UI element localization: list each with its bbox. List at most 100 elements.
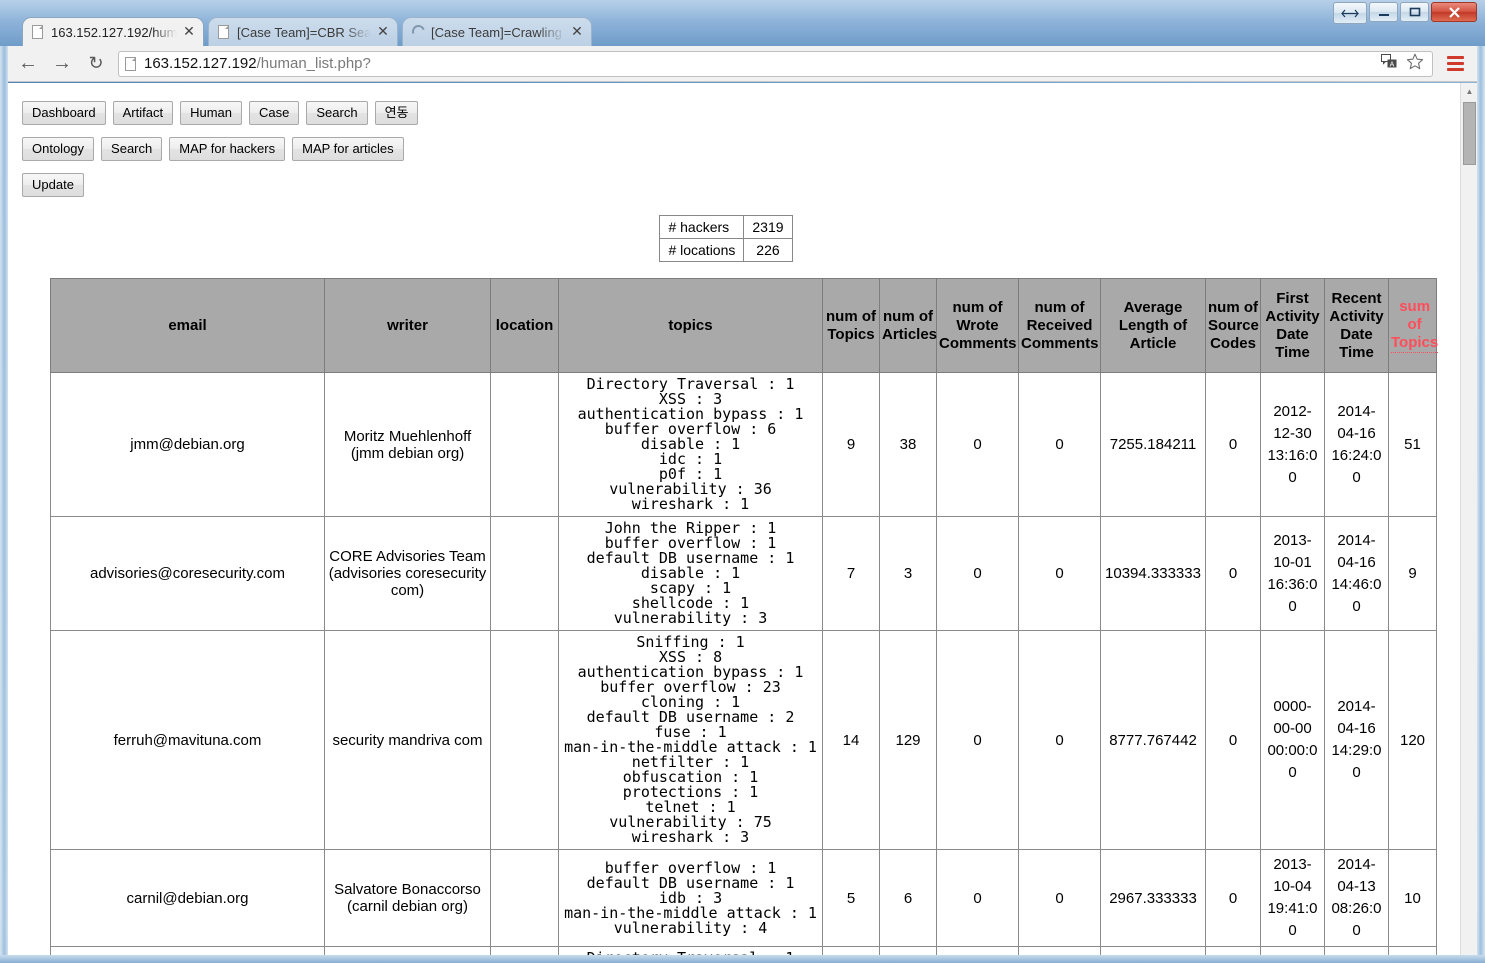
column-header-num-topics[interactable]: num of Topics	[822, 278, 880, 373]
table-row[interactable]: jmm@debian.org Moritz Muehlenhoff (jmm d…	[50, 372, 1437, 517]
cell-topics: Sniffing : 1 XSS : 8 authentication bypa…	[558, 630, 823, 850]
cell-num-articles: 3	[879, 516, 937, 631]
cell-location	[490, 849, 559, 947]
cell-num-articles: 11	[879, 946, 937, 955]
cell-first-activity: 0000-00-00 00:00:00	[1260, 630, 1325, 850]
stats-table-wrap: # hackers 2319 # locations 226	[22, 215, 1460, 262]
page-content: Dashboard Artifact Human Case Search 연동 …	[8, 83, 1460, 955]
cell-num-wrote-comments: 0	[936, 630, 1019, 850]
browser-toolbar: ← → ↻ 163.152.127.192/human_list.php? A	[8, 46, 1477, 82]
map-for-articles-button[interactable]: MAP for articles	[292, 137, 404, 161]
cell-writer: Salvatore Bonaccorso (carnil debian org)	[324, 849, 491, 947]
column-header-sum-of-topics[interactable]: sum of Topics	[1388, 278, 1438, 373]
update-button[interactable]: Update	[22, 173, 84, 197]
back-icon[interactable]: ←	[14, 50, 42, 78]
stat-value-hackers: 2319	[743, 215, 793, 239]
cell-writer: Nico Golde (nion	[324, 946, 491, 955]
cell-num-received-comments: 0	[1018, 372, 1101, 517]
spinner-icon	[409, 22, 428, 40]
translate-icon[interactable]: A	[1381, 54, 1398, 73]
cell-location	[490, 372, 559, 517]
artifact-button[interactable]: Artifact	[112, 101, 174, 125]
link-button[interactable]: 연동	[374, 101, 419, 125]
cell-topics: buffer overflow : 1 default DB username …	[558, 849, 823, 947]
close-icon[interactable]: ✕	[569, 24, 585, 40]
cell-average-length: 8472.545455	[1100, 946, 1206, 955]
window-frame-left	[0, 0, 8, 963]
browser-tab-2[interactable]: [Case Team]=Crawling sta ✕	[402, 17, 592, 46]
cell-first-activity: 2013-10-01 16:36:00	[1260, 516, 1325, 631]
cell-num-wrote-comments: 0	[936, 516, 1019, 631]
column-header-first-activity[interactable]: First Activity Date Time	[1260, 278, 1325, 373]
vertical-scrollbar[interactable]: ▲	[1460, 83, 1477, 955]
column-header-average-length[interactable]: Average Length of Article	[1100, 278, 1206, 373]
browser-tab-1[interactable]: [Case Team]=CBR Search ✕	[208, 17, 398, 46]
map-for-hackers-button[interactable]: MAP for hackers	[169, 137, 286, 161]
close-icon[interactable]: ✕	[181, 24, 197, 40]
close-icon[interactable]: ✕	[375, 24, 391, 40]
resize-window-button[interactable]	[1333, 2, 1367, 24]
column-header-recent-activity[interactable]: Recent Activity Date Time	[1324, 278, 1389, 373]
search-button[interactable]: Search	[306, 101, 368, 125]
cell-email: jmm@debian.org	[50, 372, 325, 517]
cell-first-activity: 2013-10-04 19:41:00	[1260, 849, 1325, 947]
column-header-email[interactable]: email	[50, 278, 325, 373]
case-button[interactable]: Case	[249, 101, 300, 125]
page-icon	[32, 24, 45, 40]
cell-num-topics: 14	[822, 630, 880, 850]
table-row[interactable]: nion@debian.org Nico Golde (nion Directo…	[50, 946, 1437, 955]
ontology-button[interactable]: Ontology	[22, 137, 95, 161]
cell-num-topics: 9	[822, 372, 880, 517]
cell-email: ferruh@mavituna.com	[50, 630, 325, 850]
column-header-location[interactable]: location	[490, 278, 559, 373]
star-icon[interactable]	[1406, 53, 1424, 74]
dashboard-button[interactable]: Dashboard	[22, 101, 106, 125]
cell-average-length: 10394.333333	[1100, 516, 1206, 631]
table-row: # locations 226	[659, 238, 793, 262]
stat-value-locations: 226	[743, 238, 793, 262]
cell-sum-of-topics: 120	[1388, 630, 1437, 850]
close-window-button[interactable]	[1431, 2, 1477, 22]
sum-of-topics-link[interactable]: sum of Topics	[1391, 298, 1438, 353]
cell-email: advisories@coresecurity.com	[50, 516, 325, 631]
column-header-num-source-codes[interactable]: num of Source Codes	[1205, 278, 1261, 373]
stat-label-hackers: # hackers	[659, 215, 745, 239]
maximize-button[interactable]	[1400, 2, 1429, 22]
table-row[interactable]: ferruh@mavituna.com security mandriva co…	[50, 630, 1437, 850]
column-header-topics[interactable]: topics	[558, 278, 823, 373]
table-row[interactable]: carnil@debian.org Salvatore Bonaccorso (…	[50, 849, 1437, 947]
cell-email: nion@debian.org	[50, 946, 325, 955]
scrollbar-thumb[interactable]	[1463, 102, 1476, 165]
forward-icon[interactable]: →	[48, 50, 76, 78]
cell-sum-of-topics: 51	[1388, 372, 1437, 517]
human-list-body: jmm@debian.org Moritz Muehlenhoff (jmm d…	[50, 372, 1437, 955]
column-header-writer[interactable]: writer	[324, 278, 491, 373]
column-header-num-wrote-comments[interactable]: num of Wrote Comments	[936, 278, 1019, 373]
url-host: 163.152.127.192	[144, 55, 257, 72]
minimize-button[interactable]	[1369, 2, 1398, 22]
address-bar[interactable]: 163.152.127.192/human_list.php? A	[118, 50, 1433, 77]
page-icon	[125, 56, 136, 71]
scroll-up-icon[interactable]: ▲	[1461, 83, 1477, 100]
cell-first-activity: 2011-02-14	[1260, 946, 1325, 955]
cell-num-wrote-comments: 0	[936, 372, 1019, 517]
cell-num-topics: 5	[822, 849, 880, 947]
cell-num-source-codes: 0	[1205, 372, 1261, 517]
table-row[interactable]: advisories@coresecurity.com CORE Advisor…	[50, 516, 1437, 631]
cell-topics: John the Ripper : 1 buffer overflow : 1 …	[558, 516, 823, 631]
browser-tab-0[interactable]: 163.152.127.192/human ✕	[22, 17, 204, 46]
human-button[interactable]: Human	[180, 101, 242, 125]
cell-num-articles: 129	[879, 630, 937, 850]
window-frame-bottom	[0, 955, 1485, 963]
hamburger-menu-icon[interactable]	[1441, 50, 1469, 78]
column-header-num-received-comments[interactable]: num of Received Comments	[1018, 278, 1101, 373]
cell-email: carnil@debian.org	[50, 849, 325, 947]
cell-num-source-codes: 0	[1205, 516, 1261, 631]
cell-recent-activity: 2014-04-16 14:29:00	[1324, 630, 1389, 850]
reload-icon[interactable]: ↻	[82, 50, 110, 78]
search-secondary-button[interactable]: Search	[101, 137, 163, 161]
secondary-nav-buttons: Ontology Search MAP for hackers MAP for …	[22, 137, 1460, 161]
column-header-num-articles[interactable]: num of Articles	[879, 278, 937, 373]
cell-writer: security mandriva com	[324, 630, 491, 850]
cell-sum-of-topics: 9	[1388, 516, 1437, 631]
